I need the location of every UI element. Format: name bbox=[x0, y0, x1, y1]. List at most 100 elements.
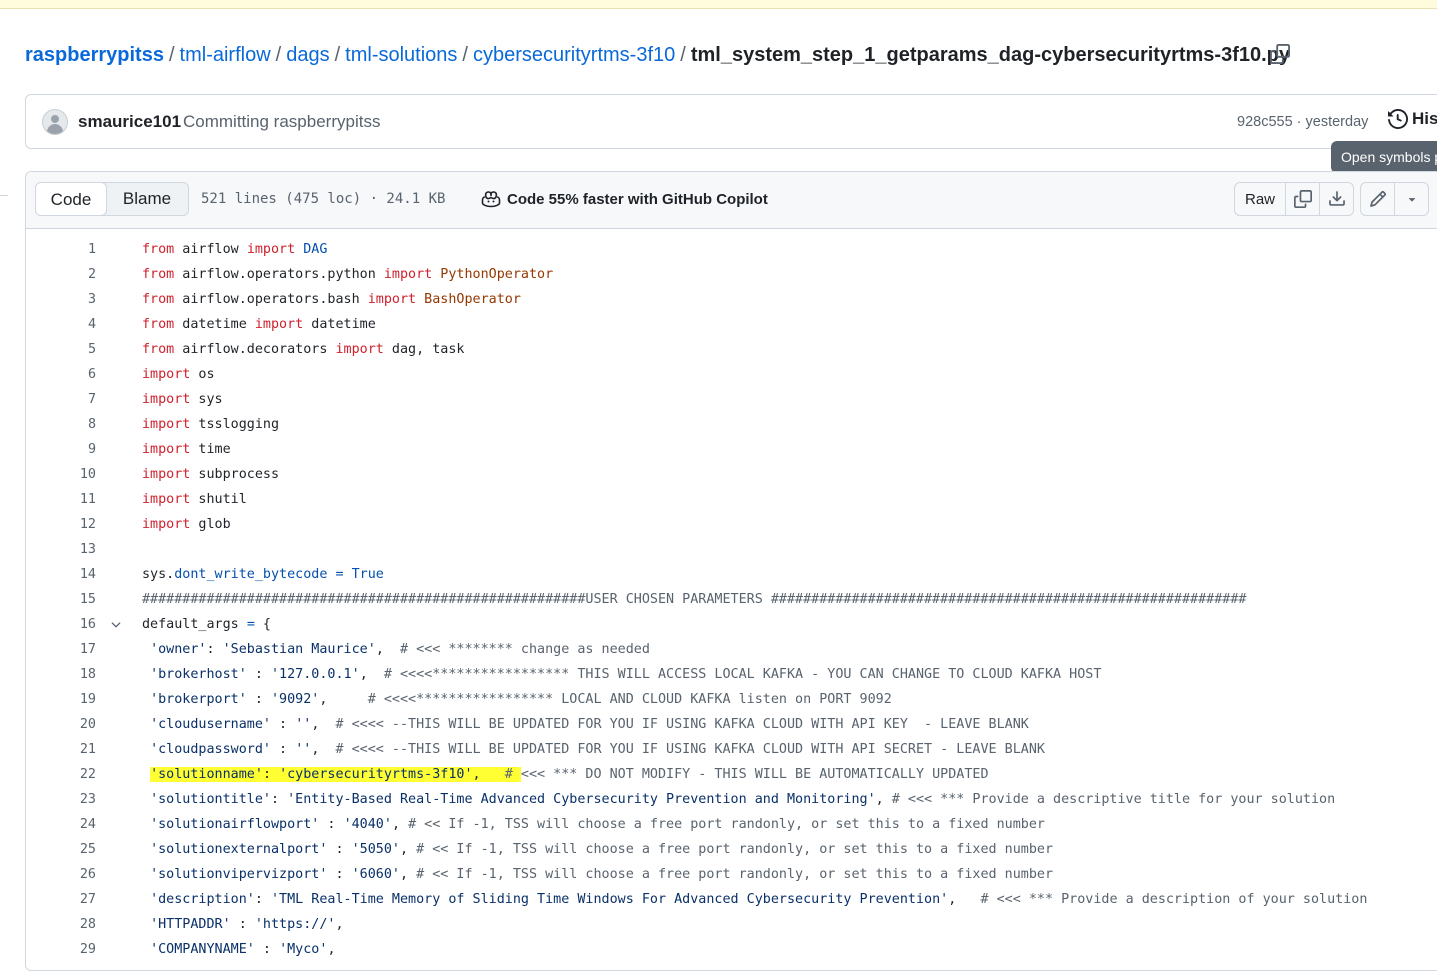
line-number[interactable]: 6 bbox=[26, 362, 96, 387]
code-line: 24 'solutionairflowport' : '4040', # << … bbox=[26, 812, 1437, 837]
line-number[interactable]: 21 bbox=[26, 737, 96, 762]
download-button[interactable] bbox=[1320, 183, 1353, 215]
code-token: import bbox=[246, 242, 296, 257]
line-number[interactable]: 26 bbox=[26, 862, 96, 887]
code-line: 23 'solutiontitle': 'Entity-Based Real-T… bbox=[26, 787, 1437, 812]
code-token: , bbox=[335, 917, 344, 932]
fold-chevron-icon[interactable] bbox=[108, 612, 124, 637]
line-number[interactable]: 13 bbox=[26, 537, 96, 562]
copy-icon bbox=[1293, 190, 1312, 208]
line-number[interactable]: 1 bbox=[26, 237, 96, 262]
code-line: 16 default_args = { bbox=[26, 612, 1437, 637]
breadcrumb-separator: / bbox=[334, 43, 341, 66]
line-number[interactable]: 16 bbox=[26, 612, 96, 637]
code-token: from bbox=[142, 292, 175, 307]
code-token: dont_write_bytecode bbox=[174, 567, 328, 582]
commit-message[interactable]: Committing raspberrypitss bbox=[183, 112, 380, 132]
code-token: from bbox=[142, 317, 175, 332]
more-edit-options-button[interactable] bbox=[1395, 183, 1428, 215]
code-line: 7 import sys bbox=[26, 387, 1437, 412]
history-button[interactable]: Hist bbox=[1388, 109, 1437, 129]
code-line: 22 'solutionname': 'cybersecurityrtms-3f… bbox=[26, 762, 1437, 787]
copilot-banner[interactable]: Code 55% faster with GitHub Copilot bbox=[481, 190, 768, 208]
line-number[interactable]: 3 bbox=[26, 287, 96, 312]
copilot-icon bbox=[481, 191, 501, 208]
breadcrumb-separator: / bbox=[275, 43, 282, 66]
line-number[interactable]: 18 bbox=[26, 662, 96, 687]
code-token: 'description' bbox=[150, 892, 255, 907]
code-line: 11 import shutil bbox=[26, 487, 1437, 512]
code-token: : bbox=[271, 742, 296, 757]
line-number[interactable]: 7 bbox=[26, 387, 96, 412]
code-token: # <<< *** Provide a description of your … bbox=[980, 892, 1368, 907]
code-token: sys. bbox=[142, 567, 175, 582]
line-number[interactable]: 4 bbox=[26, 312, 96, 337]
edit-button[interactable] bbox=[1361, 183, 1395, 215]
tab-blame[interactable]: Blame bbox=[107, 183, 187, 215]
edit-actions-group bbox=[1360, 182, 1429, 216]
avatar[interactable] bbox=[42, 109, 68, 135]
line-number[interactable]: 5 bbox=[26, 337, 96, 362]
code-token: , bbox=[375, 642, 400, 657]
breadcrumb-link-solution-folder[interactable]: cybersecurityrtms-3f10 bbox=[473, 44, 675, 67]
code-token: 'solutionairflowport' bbox=[150, 817, 320, 832]
code-token: DAG bbox=[303, 242, 328, 257]
breadcrumb-link-tml-airflow[interactable]: tml-airflow bbox=[180, 44, 271, 67]
history-icon bbox=[1388, 109, 1408, 129]
copy-path-button[interactable] bbox=[1268, 43, 1292, 65]
line-number[interactable]: 20 bbox=[26, 712, 96, 737]
line-number[interactable]: 27 bbox=[26, 887, 96, 912]
line-number[interactable]: 25 bbox=[26, 837, 96, 862]
line-number[interactable]: 8 bbox=[26, 412, 96, 437]
code-text: 'COMPANYNAME' : 'Myco', bbox=[142, 937, 335, 962]
code-text: import time bbox=[142, 437, 231, 462]
line-number[interactable]: 10 bbox=[26, 462, 96, 487]
code-token: tsslogging bbox=[190, 417, 280, 432]
line-number[interactable]: 17 bbox=[26, 637, 96, 662]
code-line: 20 'cloudusername' : '', # <<<< --THIS W… bbox=[26, 712, 1437, 737]
line-number[interactable]: 12 bbox=[26, 512, 96, 537]
line-number[interactable]: 11 bbox=[26, 487, 96, 512]
code-text: 'solutionvipervizport' : '6060', # << If… bbox=[142, 862, 1053, 887]
code-token: airflow.operators.python bbox=[174, 267, 384, 282]
line-number[interactable]: 23 bbox=[26, 787, 96, 812]
line-number[interactable]: 14 bbox=[26, 562, 96, 587]
line-number[interactable]: 24 bbox=[26, 812, 96, 837]
code-token: sys bbox=[190, 392, 223, 407]
code-token: '5050' bbox=[351, 842, 400, 857]
code-token: import bbox=[142, 367, 191, 382]
breadcrumb-separator: / bbox=[462, 43, 468, 66]
code-token: , bbox=[311, 717, 336, 732]
code-text: 'owner': 'Sebastian Maurice', # <<< ****… bbox=[142, 637, 650, 662]
commit-author[interactable]: smaurice101 bbox=[78, 112, 181, 132]
code-text: import os bbox=[142, 362, 215, 387]
commit-sha-time[interactable]: 928c555 · yesterday bbox=[1237, 114, 1368, 130]
code-line: 21 'cloudpassword' : '', # <<<< --THIS W… bbox=[26, 737, 1437, 762]
line-number[interactable]: 29 bbox=[26, 937, 96, 962]
code-token: import bbox=[142, 392, 191, 407]
code-token: 'cloudpassword' bbox=[150, 742, 271, 757]
line-number[interactable]: 28 bbox=[26, 912, 96, 937]
line-number[interactable]: 15 bbox=[26, 587, 96, 612]
line-number[interactable]: 22 bbox=[26, 762, 96, 787]
code-text: from airflow.operators.python import Pyt… bbox=[142, 262, 553, 287]
code-text: import shutil bbox=[142, 487, 247, 512]
line-number[interactable]: 19 bbox=[26, 687, 96, 712]
code-token: shutil bbox=[190, 492, 247, 507]
line-number[interactable]: 2 bbox=[26, 262, 96, 287]
line-number[interactable]: 9 bbox=[26, 437, 96, 462]
code-text: 'solutiontitle': 'Entity-Based Real-Time… bbox=[142, 787, 1335, 812]
copy-raw-button[interactable] bbox=[1286, 183, 1320, 215]
breadcrumb-link-dags[interactable]: dags bbox=[286, 44, 329, 67]
tab-code[interactable]: Code bbox=[35, 182, 107, 216]
raw-button[interactable]: Raw bbox=[1235, 183, 1286, 215]
breadcrumb-link-tml-solutions[interactable]: tml-solutions bbox=[345, 44, 457, 67]
code-line: 29 'COMPANYNAME' : 'Myco', bbox=[26, 937, 1437, 962]
breadcrumb-repo-link[interactable]: raspberrypitss bbox=[25, 44, 164, 67]
code-token: 'brokerhost' bbox=[150, 667, 247, 682]
